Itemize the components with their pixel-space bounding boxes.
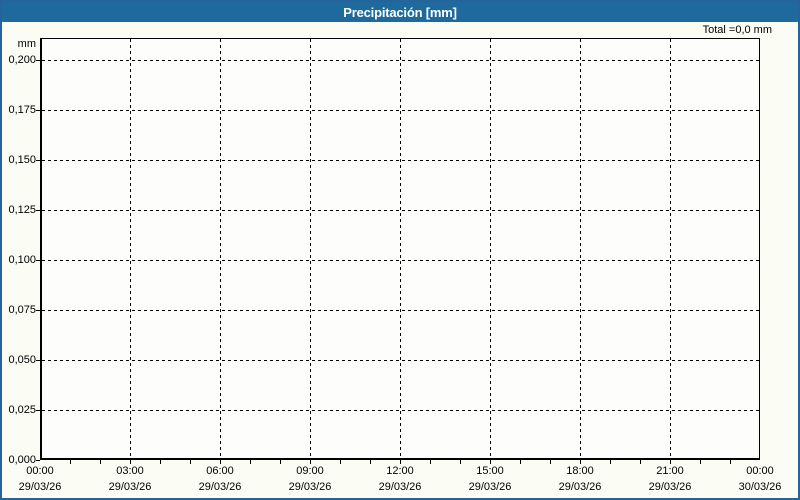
x-axis-minor-tick [520, 460, 521, 464]
x-tick-date-label: 29/03/26 [558, 481, 602, 493]
y-tick-label: 0,125 [8, 204, 36, 216]
y-axis-tick [36, 310, 40, 311]
y-axis-tick [36, 160, 40, 161]
x-axis-minor-tick [400, 460, 401, 464]
x-axis-minor-tick [190, 460, 191, 464]
chart-title-bar: Precipitación [mm] [2, 2, 798, 22]
x-tick-time-label: 09:00 [296, 465, 324, 477]
x-tick-date-label: 29/03/26 [18, 481, 62, 493]
v-gridline [310, 39, 311, 458]
y-axis-tick [36, 110, 40, 111]
x-axis-minor-tick [250, 460, 251, 464]
total-value-label: Total =0,0 mm [702, 24, 772, 36]
x-tick-time-label: 00:00 [26, 465, 54, 477]
x-tick-date-label: 29/03/26 [288, 481, 332, 493]
v-gridline [670, 39, 671, 458]
x-tick-time-label: 18:00 [566, 465, 594, 477]
x-axis-minor-tick [370, 460, 371, 464]
x-tick-time-label: 03:00 [116, 465, 144, 477]
x-tick-time-label: 06:00 [206, 465, 234, 477]
y-tick-label: 0,100 [8, 254, 36, 266]
x-tick-time-label: 15:00 [476, 465, 504, 477]
v-gridline [490, 39, 491, 458]
y-axis-tick [36, 260, 40, 261]
x-axis-minor-tick [430, 460, 431, 464]
v-gridline [130, 39, 131, 458]
x-axis-minor-tick [490, 460, 491, 464]
x-axis-minor-tick [460, 460, 461, 464]
v-gridline [580, 39, 581, 458]
plot-area [40, 38, 760, 460]
y-tick-label: 0,150 [8, 154, 36, 166]
v-gridline [220, 39, 221, 458]
x-tick-time-label: 00:00 [746, 465, 774, 477]
x-axis-minor-tick [100, 460, 101, 464]
x-tick-date-label: 29/03/26 [468, 481, 512, 493]
x-axis-minor-tick [670, 460, 671, 464]
x-axis-minor-tick [160, 460, 161, 464]
x-axis-minor-tick [310, 460, 311, 464]
y-tick-label: 0,200 [8, 54, 36, 66]
chart-window: Precipitación [mm] Total =0,0 mm mm 0,20… [0, 0, 800, 500]
y-axis-tick [36, 360, 40, 361]
x-tick-date-label: 29/03/26 [648, 481, 692, 493]
x-tick-time-label: 21:00 [656, 465, 684, 477]
y-tick-label: 0,050 [8, 354, 36, 366]
x-axis-minor-tick [340, 460, 341, 464]
y-axis-unit-label: mm [17, 38, 36, 50]
x-tick-date-label: 30/03/26 [738, 481, 782, 493]
x-axis-minor-tick [700, 460, 701, 464]
x-axis-minor-tick [730, 460, 731, 464]
x-tick-date-label: 29/03/26 [108, 481, 152, 493]
x-axis-minor-tick [550, 460, 551, 464]
y-axis-tick [36, 60, 40, 61]
x-tick-date-label: 29/03/26 [198, 481, 242, 493]
x-axis-minor-tick [280, 460, 281, 464]
x-axis-minor-tick [610, 460, 611, 464]
x-tick-time-label: 12:00 [386, 465, 414, 477]
x-axis-minor-tick [70, 460, 71, 464]
y-tick-label: 0,075 [8, 304, 36, 316]
x-axis-minor-tick [220, 460, 221, 464]
y-axis-tick [36, 460, 40, 461]
y-tick-label: 0,175 [8, 104, 36, 116]
y-axis-tick [36, 410, 40, 411]
y-tick-label: 0,025 [8, 404, 36, 416]
v-gridline [400, 39, 401, 458]
x-axis-minor-tick [130, 460, 131, 464]
x-axis-minor-tick [640, 460, 641, 464]
y-axis-tick [36, 210, 40, 211]
chart-title: Precipitación [mm] [343, 4, 457, 20]
x-axis-minor-tick [580, 460, 581, 464]
x-tick-date-label: 29/03/26 [378, 481, 422, 493]
